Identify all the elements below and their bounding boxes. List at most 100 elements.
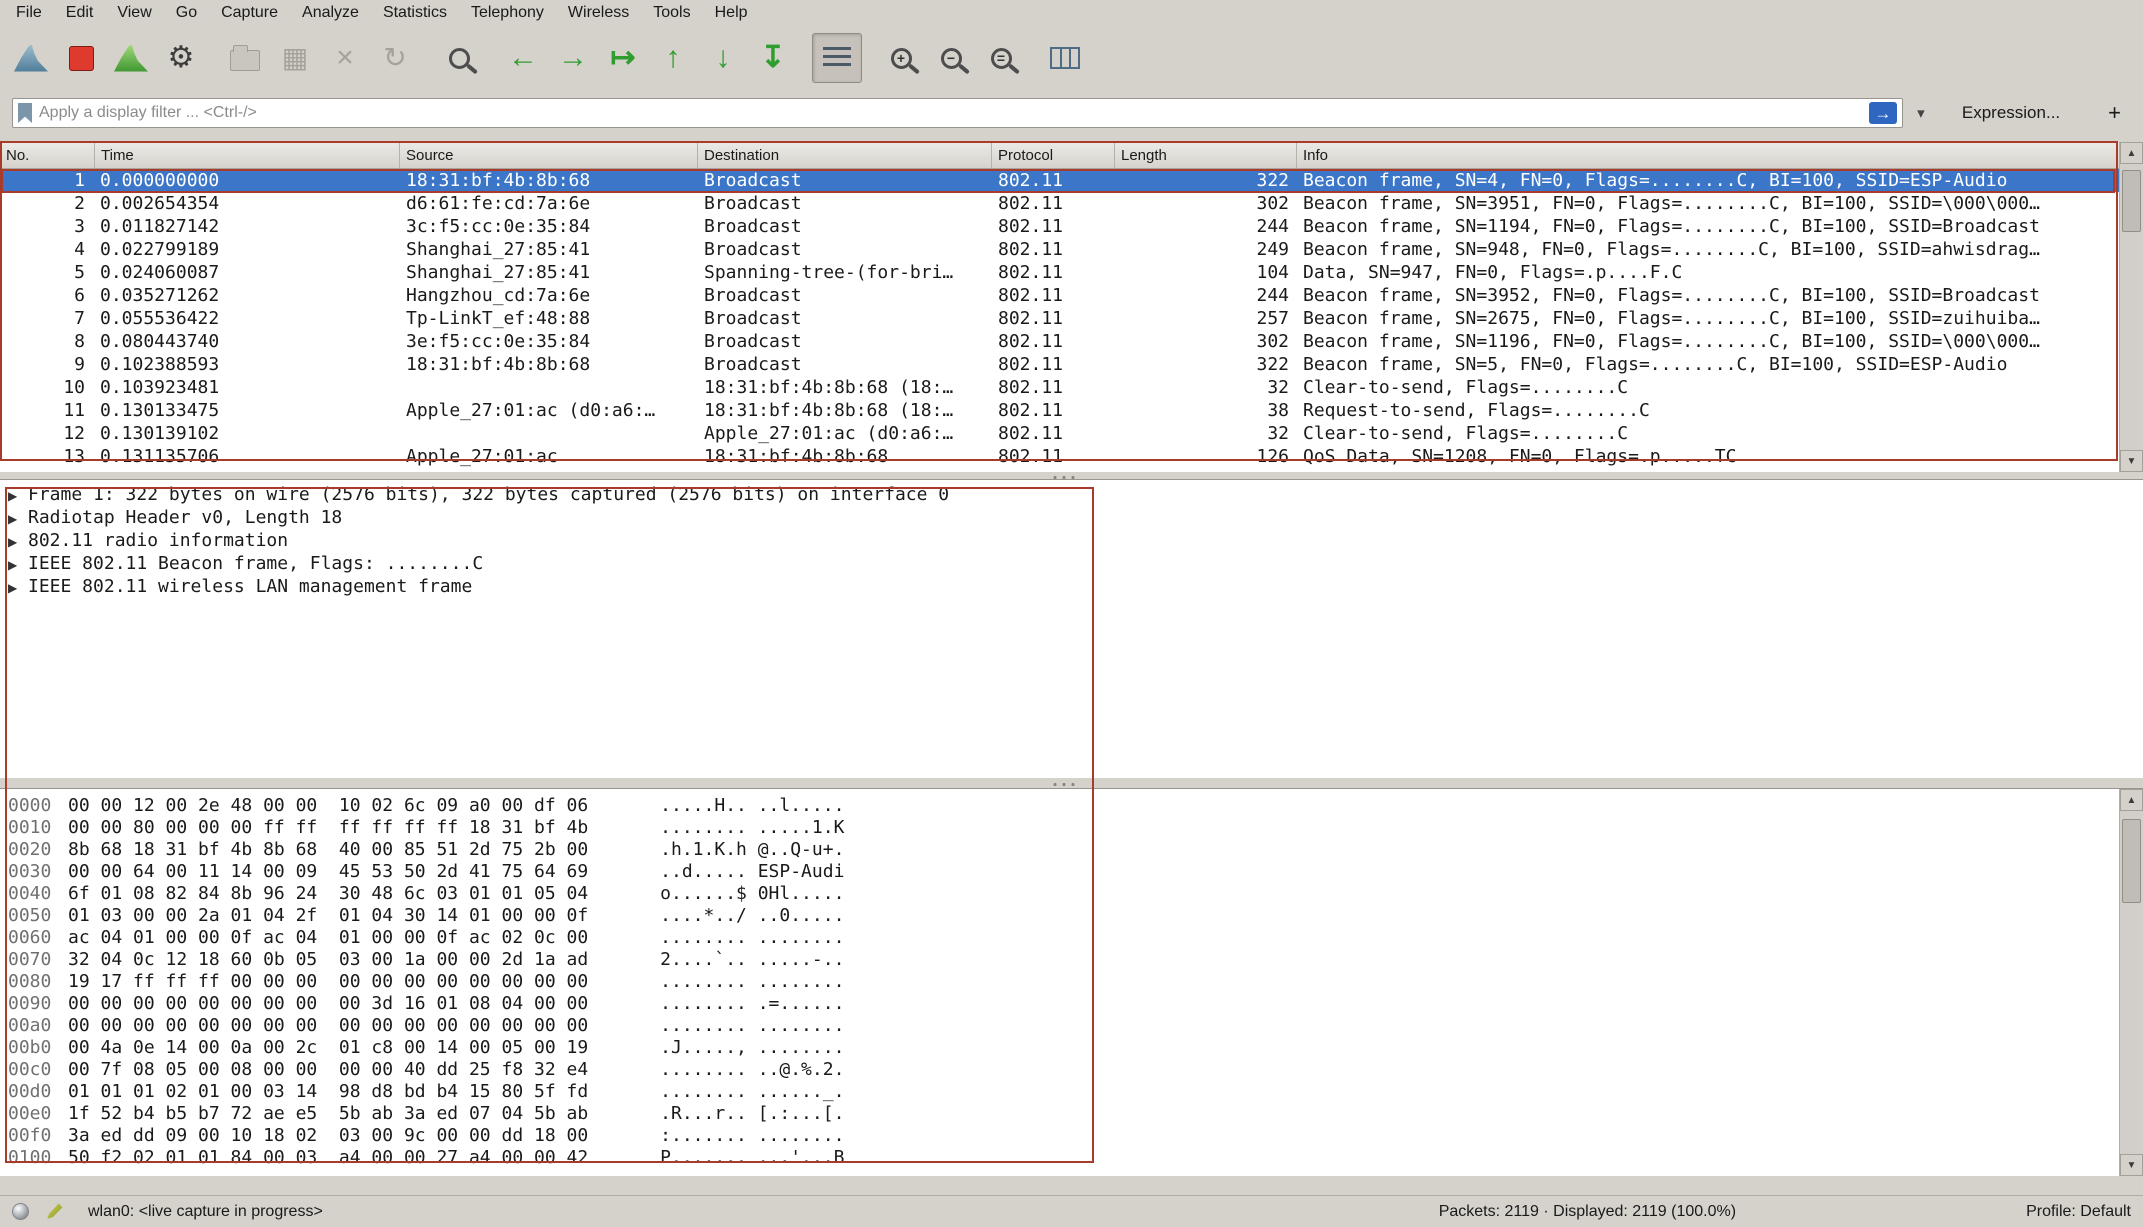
packet-row[interactable]: 12 0.130139102 Apple_27:01:ac (d0:a6:… 8… xyxy=(0,422,2119,445)
hex-row[interactable]: 001000 00 80 00 00 00 ff ff ff ff ff ff … xyxy=(0,817,2143,839)
packet-row[interactable]: 1 0.000000000 18:31:bf:4b:8b:68 Broadcas… xyxy=(0,169,2119,192)
filter-apply-button[interactable]: → xyxy=(1869,102,1897,124)
column-header-length[interactable]: Length xyxy=(1115,142,1297,168)
pane-splitter-top[interactable] xyxy=(0,472,2143,479)
capture-options-button[interactable]: ⚙ xyxy=(156,33,206,83)
go-to-last-button[interactable]: ↓ xyxy=(698,33,748,83)
profile-text[interactable]: Profile: Default xyxy=(2026,1203,2131,1221)
column-header-protocol[interactable]: Protocol xyxy=(992,142,1115,168)
expert-info-icon[interactable] xyxy=(12,1203,29,1220)
pane-splitter-bottom[interactable] xyxy=(0,778,2143,788)
hex-row[interactable]: 009000 00 00 00 00 00 00 00 00 3d 16 01 … xyxy=(0,993,2143,1015)
start-capture-button[interactable] xyxy=(6,33,56,83)
reload-button[interactable]: ↻ xyxy=(370,33,420,83)
hex-offset: 00d0 xyxy=(8,1081,68,1103)
packet-row[interactable]: 6 0.035271262 Hangzhou_cd:7a:6e Broadcas… xyxy=(0,284,2119,307)
hex-row[interactable]: 005001 03 00 00 2a 01 04 2f 01 04 30 14 … xyxy=(0,905,2143,927)
hex-row[interactable]: 00b000 4a 0e 14 00 0a 00 2c 01 c8 00 14 … xyxy=(0,1037,2143,1059)
detail-row[interactable]: ▶Radiotap Header v0, Length 18 xyxy=(0,506,2143,529)
hex-bytes: 3a ed dd 09 00 10 18 02 03 00 9c 00 00 d… xyxy=(68,1125,588,1146)
zoom-out-button[interactable]: − xyxy=(926,33,976,83)
close-capture-button[interactable]: × xyxy=(320,33,370,83)
packet-row[interactable]: 11 0.130133475 Apple_27:01:ac (d0:a6:… 1… xyxy=(0,399,2119,422)
add-filter-button[interactable]: + xyxy=(2108,100,2121,126)
packet-row[interactable]: 2 0.002654354 d6:61:fe:cd:7a:6e Broadcas… xyxy=(0,192,2119,215)
column-header-destination[interactable]: Destination xyxy=(698,142,992,168)
detail-row[interactable]: ▶IEEE 802.11 Beacon frame, Flags: ......… xyxy=(0,552,2143,575)
display-filter-input[interactable] xyxy=(39,104,1862,122)
menu-capture[interactable]: Capture xyxy=(209,0,290,26)
stop-capture-button[interactable] xyxy=(56,33,106,83)
hex-row[interactable]: 00f03a ed dd 09 00 10 18 02 03 00 9c 00 … xyxy=(0,1125,2143,1147)
packet-row[interactable]: 4 0.022799189 Shanghai_27:85:41 Broadcas… xyxy=(0,238,2119,261)
hex-row[interactable]: 00d001 01 01 02 01 00 03 14 98 d8 bd b4 … xyxy=(0,1081,2143,1103)
scroll-up-button[interactable]: ▲ xyxy=(2120,789,2143,811)
hex-row[interactable]: 0060ac 04 01 00 00 0f ac 04 01 00 00 0f … xyxy=(0,927,2143,949)
filter-dropdown-button[interactable]: ▾ xyxy=(1906,99,1936,127)
packet-row[interactable]: 5 0.024060087 Shanghai_27:85:41 Spanning… xyxy=(0,261,2119,284)
packet-list-scrollbar[interactable]: ▲ ▼ xyxy=(2119,142,2143,472)
go-to-first-button[interactable]: ↑ xyxy=(648,33,698,83)
menu-help[interactable]: Help xyxy=(703,0,760,26)
menu-telephony[interactable]: Telephony xyxy=(459,0,556,26)
hex-row[interactable]: 00c000 7f 08 05 00 08 00 00 00 00 40 dd … xyxy=(0,1059,2143,1081)
menu-statistics[interactable]: Statistics xyxy=(371,0,459,26)
expression-button[interactable]: Expression... xyxy=(1962,103,2060,123)
packet-row[interactable]: 13 0.131135706 Apple_27:01:ac 18:31:bf:4… xyxy=(0,445,2119,468)
open-capture-button[interactable] xyxy=(220,33,270,83)
detail-row[interactable]: ▶802.11 radio information xyxy=(0,529,2143,552)
cell-length: 322 xyxy=(1115,169,1297,192)
find-packet-button[interactable] xyxy=(434,33,484,83)
hex-row[interactable]: 007032 04 0c 12 18 60 0b 05 03 00 1a 00 … xyxy=(0,949,2143,971)
scrollbar-thumb[interactable] xyxy=(2122,170,2141,232)
auto-scroll-button[interactable] xyxy=(812,33,862,83)
menu-file[interactable]: File xyxy=(4,0,54,26)
hex-row[interactable]: 00a000 00 00 00 00 00 00 00 00 00 00 00 … xyxy=(0,1015,2143,1037)
packet-row[interactable]: 7 0.055536422 Tp-LinkT_ef:48:88 Broadcas… xyxy=(0,307,2119,330)
go-back-button[interactable]: ← xyxy=(498,33,548,83)
scroll-to-bottom-button[interactable]: ↧ xyxy=(748,33,798,83)
column-header-info[interactable]: Info xyxy=(1297,142,2119,168)
cell-time: 0.080443740 xyxy=(95,330,400,353)
menu-wireless[interactable]: Wireless xyxy=(556,0,641,26)
menu-edit[interactable]: Edit xyxy=(54,0,106,26)
scroll-up-button[interactable]: ▲ xyxy=(2120,142,2143,164)
packet-row[interactable]: 10 0.103923481 18:31:bf:4b:8b:68 (18:… 8… xyxy=(0,376,2119,399)
hex-ascii: ........ .....1.K xyxy=(660,817,844,838)
scrollbar-thumb[interactable] xyxy=(2122,819,2141,903)
filter-bookmark-icon[interactable] xyxy=(18,103,32,123)
column-header-source[interactable]: Source xyxy=(400,142,698,168)
save-capture-button[interactable]: ▦ xyxy=(270,33,320,83)
hex-row[interactable]: 00208b 68 18 31 bf 4b 8b 68 40 00 85 51 … xyxy=(0,839,2143,861)
go-to-packet-button[interactable]: ↦ xyxy=(598,33,648,83)
display-filter-field[interactable]: → xyxy=(12,98,1903,128)
packet-row[interactable]: 9 0.102388593 18:31:bf:4b:8b:68 Broadcas… xyxy=(0,353,2119,376)
scroll-down-button[interactable]: ▼ xyxy=(2120,1154,2143,1176)
hex-row[interactable]: 003000 00 64 00 11 14 00 09 45 53 50 2d … xyxy=(0,861,2143,883)
resize-columns-button[interactable] xyxy=(1040,33,1090,83)
menu-view[interactable]: View xyxy=(105,0,163,26)
hex-row[interactable]: 00406f 01 08 82 84 8b 96 24 30 48 6c 03 … xyxy=(0,883,2143,905)
detail-row[interactable]: ▶IEEE 802.11 wireless LAN management fra… xyxy=(0,575,2143,598)
hex-row[interactable]: 00e01f 52 b4 b5 b7 72 ae e5 5b ab 3a ed … xyxy=(0,1103,2143,1125)
menu-analyze[interactable]: Analyze xyxy=(290,0,371,26)
hex-row[interactable]: 010050 f2 02 01 01 84 00 03 a4 00 00 27 … xyxy=(0,1147,2143,1169)
hex-row[interactable]: 000000 00 12 00 2e 48 00 00 10 02 6c 09 … xyxy=(0,795,2143,817)
menu-go[interactable]: Go xyxy=(164,0,209,26)
hex-row[interactable]: 008019 17 ff ff ff 00 00 00 00 00 00 00 … xyxy=(0,971,2143,993)
zoom-reset-button[interactable]: = xyxy=(976,33,1026,83)
packet-row[interactable]: 8 0.080443740 3e:f5:cc:0e:35:84 Broadcas… xyxy=(0,330,2119,353)
apply-arrow-icon: → xyxy=(1874,105,1891,122)
packet-row[interactable]: 3 0.011827142 3c:f5:cc:0e:35:84 Broadcas… xyxy=(0,215,2119,238)
detail-row[interactable]: ▶Frame 1: 322 bytes on wire (2576 bits),… xyxy=(0,483,2143,506)
column-header-no[interactable]: No. xyxy=(0,142,95,168)
scroll-down-button[interactable]: ▼ xyxy=(2120,450,2143,472)
magnifier-icon xyxy=(449,48,470,69)
restart-capture-button[interactable] xyxy=(106,33,156,83)
go-forward-button[interactable]: → xyxy=(548,33,598,83)
zoom-in-button[interactable]: + xyxy=(876,33,926,83)
hex-pane-scrollbar[interactable]: ▲ ▼ xyxy=(2119,789,2143,1176)
menu-tools[interactable]: Tools xyxy=(641,0,702,26)
column-header-time[interactable]: Time xyxy=(95,142,400,168)
capture-comment-icon[interactable] xyxy=(45,1202,64,1221)
